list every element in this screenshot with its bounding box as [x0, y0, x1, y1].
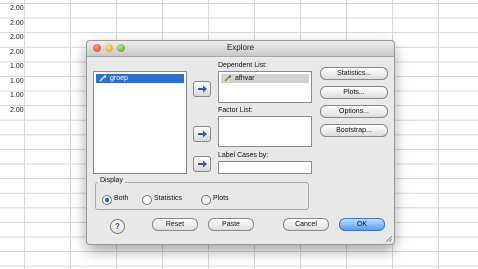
cell-value[interactable]: 1.00: [10, 92, 24, 99]
explore-dialog: Explore groep Dependent List: afhvar Fac…: [86, 40, 395, 245]
cell-value[interactable]: 2.00: [10, 5, 24, 12]
cell-value[interactable]: 2.00: [10, 49, 24, 56]
cell-value[interactable]: 1.00: [10, 78, 24, 85]
options-button[interactable]: Options...: [320, 105, 388, 118]
move-to-factor-button[interactable]: [193, 126, 211, 142]
cell-value[interactable]: 1.00: [10, 63, 24, 70]
radio-plots-label[interactable]: Plots: [213, 195, 229, 202]
radio-statistics[interactable]: [142, 195, 152, 205]
move-to-dependent-button[interactable]: [193, 81, 211, 97]
resize-grip-icon[interactable]: [386, 236, 392, 242]
source-variable-list[interactable]: groep: [93, 71, 187, 174]
cell-value[interactable]: 2.00: [10, 20, 24, 27]
dependent-list-label: Dependent List:: [218, 62, 268, 69]
factor-list-label: Factor List:: [218, 107, 253, 114]
radio-both[interactable]: [102, 195, 112, 205]
list-item-label: groep: [110, 75, 128, 82]
radio-plots[interactable]: [201, 195, 211, 205]
cell-value[interactable]: 2.00: [10, 107, 24, 114]
dependent-list[interactable]: afhvar: [218, 71, 312, 103]
list-item[interactable]: afhvar: [221, 74, 309, 83]
ok-button[interactable]: OK: [339, 218, 385, 231]
display-group-label: Display: [98, 177, 125, 184]
scale-variable-icon: [224, 75, 232, 82]
list-item[interactable]: groep: [96, 74, 184, 83]
help-button[interactable]: ?: [110, 219, 125, 234]
reset-button[interactable]: Reset: [152, 218, 198, 231]
radio-both-label[interactable]: Both: [114, 195, 128, 202]
move-to-label-cases-button[interactable]: [193, 156, 211, 172]
bootstrap-button[interactable]: Bootstrap...: [320, 124, 388, 137]
cancel-button[interactable]: Cancel: [283, 218, 329, 231]
dialog-title: Explore: [226, 43, 255, 52]
statistics-button[interactable]: Statistics...: [320, 67, 388, 80]
label-cases-label: Label Cases by:: [218, 152, 269, 159]
paste-button[interactable]: Paste: [208, 218, 254, 231]
dialog-titlebar[interactable]: Explore: [87, 41, 394, 57]
label-cases-field[interactable]: [218, 161, 312, 174]
plots-button[interactable]: Plots...: [320, 86, 388, 99]
arrow-right-icon: [197, 160, 207, 168]
cell-value[interactable]: 2.00: [10, 34, 24, 41]
factor-list[interactable]: [218, 116, 312, 147]
arrow-right-icon: [197, 130, 207, 138]
radio-statistics-label[interactable]: Statistics: [154, 195, 182, 202]
nominal-variable-icon: [99, 75, 107, 82]
list-item-label: afhvar: [235, 75, 255, 82]
arrow-right-icon: [197, 85, 207, 93]
